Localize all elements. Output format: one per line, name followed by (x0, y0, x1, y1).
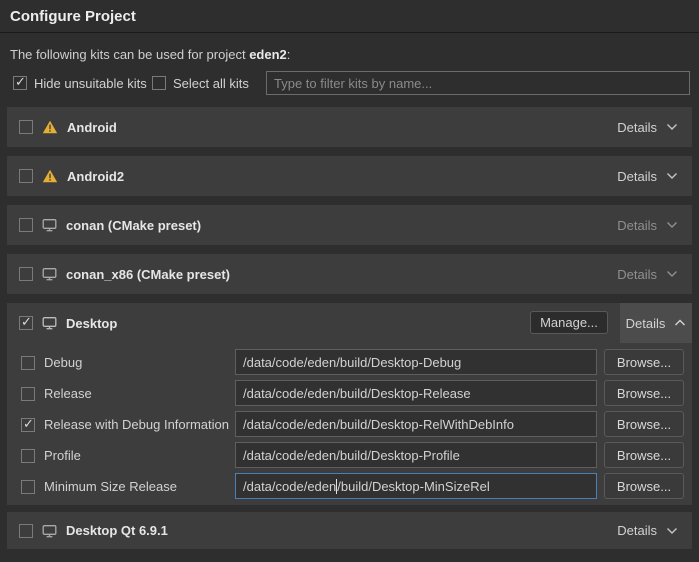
details-toggle[interactable]: Details (620, 303, 692, 343)
chevron-down-icon (666, 527, 678, 535)
intro-prefix: The following kits can be used for proje… (10, 47, 249, 62)
kit-row-desktop[interactable]: Desktop Manage... Details (7, 303, 692, 343)
browse-button[interactable]: Browse... (604, 473, 684, 499)
details-toggle[interactable]: Details (603, 205, 692, 245)
build-config-checkbox-relwithdebinfo[interactable]: Release with Debug Information (21, 417, 229, 432)
build-config-checkbox-release[interactable]: Release (21, 386, 92, 401)
details-label: Details (626, 316, 666, 331)
kit-name: Android2 (67, 169, 124, 184)
kit-checkbox[interactable] (19, 169, 33, 183)
desktop-monitor-icon (42, 524, 57, 538)
checkbox-icon[interactable] (21, 480, 35, 494)
desktop-monitor-icon (42, 316, 57, 330)
hide-unsuitable-label: Hide unsuitable kits (34, 76, 147, 91)
kit-name: conan (CMake preset) (66, 218, 201, 233)
build-dir-input-debug[interactable] (235, 349, 597, 375)
details-label: Details (617, 169, 657, 184)
kit-row-conan[interactable]: conan (CMake preset) Details (7, 205, 692, 245)
browse-button[interactable]: Browse... (604, 349, 684, 375)
build-config-checkbox-minsizerel[interactable]: Minimum Size Release (21, 479, 177, 494)
details-label: Details (617, 120, 657, 135)
page-title: Configure Project (10, 8, 136, 25)
build-dir-input-profile[interactable] (235, 442, 597, 468)
build-config-label: Minimum Size Release (44, 479, 177, 494)
build-config-row-profile: Profile Browse... (7, 442, 692, 468)
checkbox-icon[interactable] (21, 387, 35, 401)
path-text-before-cursor: /data/code/eden (243, 479, 336, 494)
warning-icon (42, 120, 58, 134)
build-config-label: Release (44, 386, 92, 401)
checkbox-icon[interactable] (21, 449, 35, 463)
checkbox-icon[interactable] (21, 356, 35, 370)
kit-row-conan-x86[interactable]: conan_x86 (CMake preset) Details (7, 254, 692, 294)
intro-text: The following kits can be used for proje… (10, 47, 290, 62)
kit-row-desktop-qt[interactable]: Desktop Qt 6.9.1 Details (7, 512, 692, 549)
kit-checkbox[interactable] (19, 218, 33, 232)
details-label: Details (617, 523, 657, 538)
kit-name: conan_x86 (CMake preset) (66, 267, 230, 282)
build-dir-input-relwithdebinfo[interactable] (235, 411, 597, 437)
browse-button[interactable]: Browse... (604, 380, 684, 406)
chevron-up-icon (674, 319, 686, 327)
select-all-kits-label: Select all kits (173, 76, 249, 91)
desktop-monitor-icon (42, 218, 57, 232)
build-config-checkbox-debug[interactable]: Debug (21, 355, 82, 370)
filter-kits-input[interactable] (266, 71, 690, 95)
build-dir-input-release[interactable] (235, 380, 597, 406)
kit-row-android[interactable]: Android Details (7, 107, 692, 147)
build-config-row-minsizerel: Minimum Size Release /data/code/eden/bui… (7, 473, 692, 499)
warning-icon (42, 169, 58, 183)
desktop-monitor-icon (42, 267, 57, 281)
kit-section-desktop: Desktop Manage... Details Debug Browse..… (7, 303, 692, 505)
kit-checkbox[interactable] (19, 267, 33, 281)
project-name: eden2 (249, 47, 287, 62)
build-config-row-relwithdebinfo: Release with Debug Information Browse... (7, 411, 692, 437)
details-toggle[interactable]: Details (603, 156, 692, 196)
checkbox-icon[interactable] (152, 76, 166, 90)
checkbox-icon[interactable] (21, 418, 35, 432)
details-label: Details (617, 218, 657, 233)
title-separator (0, 32, 699, 33)
select-all-kits-checkbox[interactable]: Select all kits (152, 75, 249, 91)
kit-checkbox[interactable] (19, 316, 33, 330)
details-label: Details (617, 267, 657, 282)
build-config-label: Profile (44, 448, 81, 463)
details-toggle[interactable]: Details (603, 512, 692, 549)
chevron-down-icon (666, 270, 678, 278)
chevron-down-icon (666, 123, 678, 131)
configure-project-page: Configure Project The following kits can… (0, 0, 699, 562)
details-toggle[interactable]: Details (603, 254, 692, 294)
browse-button[interactable]: Browse... (604, 411, 684, 437)
build-config-label: Debug (44, 355, 82, 370)
intro-suffix: : (287, 47, 291, 62)
manage-button[interactable]: Manage... (530, 311, 608, 334)
build-dir-input-minsizerel[interactable]: /data/code/eden/build/Desktop-MinSizeRel (235, 473, 597, 499)
kit-checkbox[interactable] (19, 120, 33, 134)
checkbox-icon[interactable] (13, 76, 27, 90)
path-text-after-cursor: /build/Desktop-MinSizeRel (337, 479, 489, 494)
build-config-row-debug: Debug Browse... (7, 349, 692, 375)
build-config-label: Release with Debug Information (44, 417, 229, 432)
build-config-row-release: Release Browse... (7, 380, 692, 406)
build-config-checkbox-profile[interactable]: Profile (21, 448, 81, 463)
browse-button[interactable]: Browse... (604, 442, 684, 468)
details-toggle[interactable]: Details (603, 107, 692, 147)
kit-name: Desktop Qt 6.9.1 (66, 523, 168, 538)
kit-name: Android (67, 120, 117, 135)
chevron-down-icon (666, 172, 678, 180)
kit-name: Desktop (66, 316, 117, 331)
kit-checkbox[interactable] (19, 524, 33, 538)
kit-row-android2[interactable]: Android2 Details (7, 156, 692, 196)
hide-unsuitable-checkbox[interactable]: Hide unsuitable kits (13, 75, 147, 91)
chevron-down-icon (666, 221, 678, 229)
